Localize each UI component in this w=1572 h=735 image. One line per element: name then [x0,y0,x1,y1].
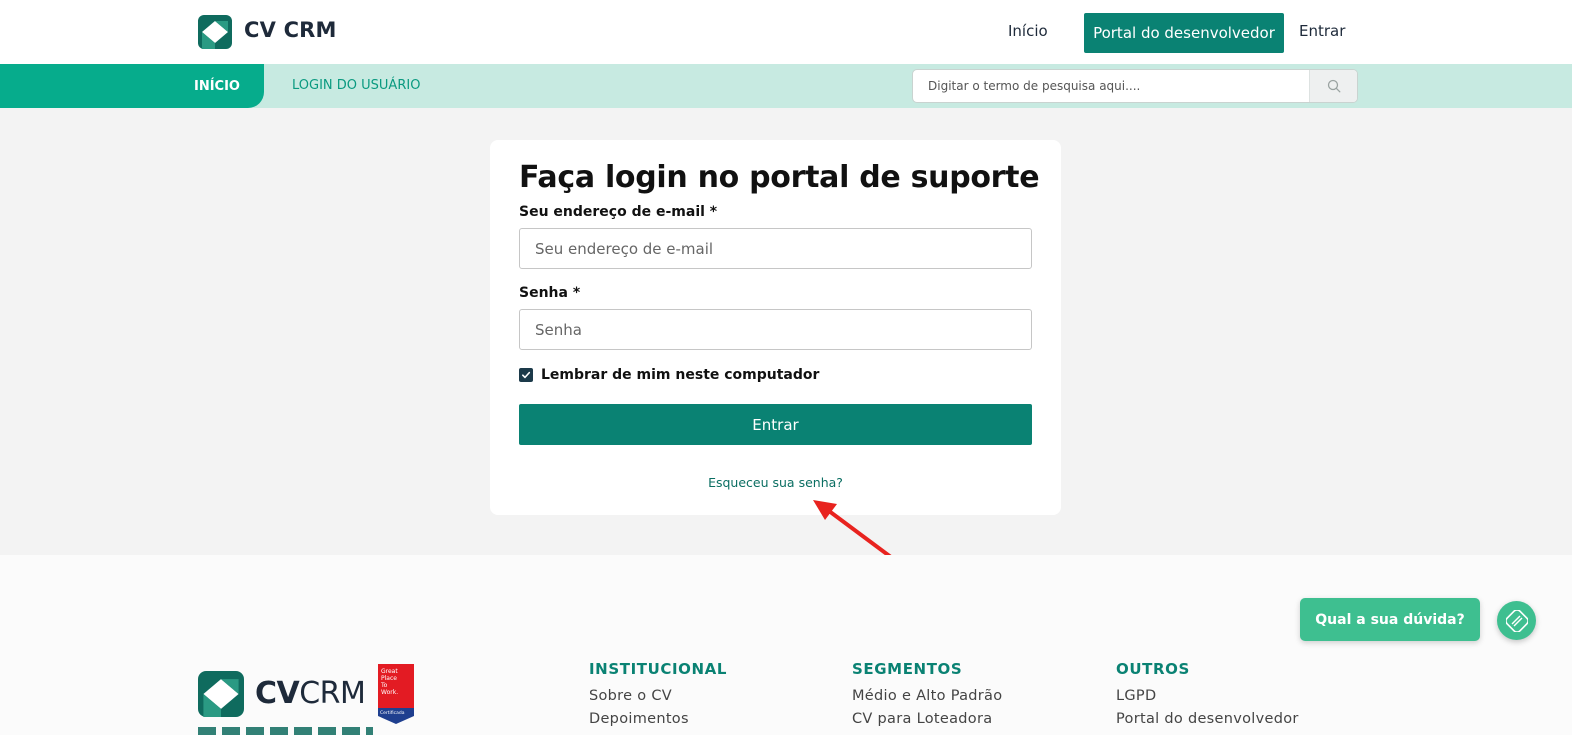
search-button[interactable] [1309,70,1357,102]
top-header: CV CRM Início Portal do desenvolvedor En… [0,0,1572,64]
footer-link-loteadora[interactable]: CV para Loteadora [852,711,992,727]
search-box [912,69,1358,103]
footer-brand-regular: CRM [299,676,366,711]
footer-link-sobre[interactable]: Sobre o CV [589,688,672,704]
page-title: Faça login no portal de suporte [519,160,1040,195]
footer-link-dev-portal[interactable]: Portal do desenvolvedor [1116,711,1299,727]
footer-link-depoimentos[interactable]: Depoimentos [589,711,689,727]
svg-text:To: To [380,682,388,689]
developer-portal-button[interactable]: Portal do desenvolvedor [1084,13,1284,53]
footer: CVCRM Great Place To Work. Certificada I… [0,555,1572,735]
footer-brand: CVCRM [255,676,366,711]
email-field[interactable] [519,228,1032,269]
svg-text:Certificada: Certificada [380,710,405,716]
footer-col-title-outros: OUTROS [1116,660,1190,678]
svg-text:Place: Place [381,675,397,682]
footer-col-title-segmentos: SEGMENTOS [852,660,963,678]
remember-me[interactable]: Lembrar de mim neste computador [519,367,819,383]
remember-label: Lembrar de mim neste computador [541,367,820,383]
svg-text:Work.: Work. [381,689,398,696]
brand-name[interactable]: CV CRM [244,18,337,42]
footer-col-title-institucional: INSTITUCIONAL [589,660,728,678]
great-place-to-work-badge-icon: Great Place To Work. Certificada [378,664,414,724]
forgot-password-link[interactable]: Esqueceu sua senha? [490,475,1061,490]
tab-inicio[interactable]: INÍCIO [0,64,264,108]
chat-launcher[interactable] [1497,601,1536,640]
password-label: Senha * [519,285,581,301]
footer-link-lgpd[interactable]: LGPD [1116,688,1156,704]
tab-user-login[interactable]: LOGIN DO USUÁRIO [292,78,420,93]
svg-text:Great: Great [381,668,398,675]
login-submit-button[interactable]: Entrar [519,404,1032,445]
footer-link-medio-alto[interactable]: Médio e Alto Padrão [852,688,1002,704]
nav-inicio-link[interactable]: Início [1008,22,1048,40]
login-card: Faça login no portal de suporte Seu ende… [490,140,1061,515]
email-label: Seu endereço de e-mail * [519,204,718,220]
sub-navigation: INÍCIO LOGIN DO USUÁRIO [0,64,1572,108]
help-chat-button[interactable]: Qual a sua dúvida? [1300,598,1480,641]
search-input[interactable] [913,70,1309,102]
chat-launcher-icon [1505,609,1528,632]
check-icon [521,371,531,379]
remember-checkbox[interactable] [519,368,533,382]
password-field[interactable] [519,309,1032,350]
nav-entrar-link[interactable]: Entrar [1299,22,1345,40]
cv-crm-logo-icon[interactable] [198,15,232,49]
footer-cv-crm-logo-icon[interactable] [198,671,244,717]
footer-cut-off-content [198,727,373,735]
search-icon [1327,79,1340,93]
footer-brand-bold: CV [255,676,300,711]
